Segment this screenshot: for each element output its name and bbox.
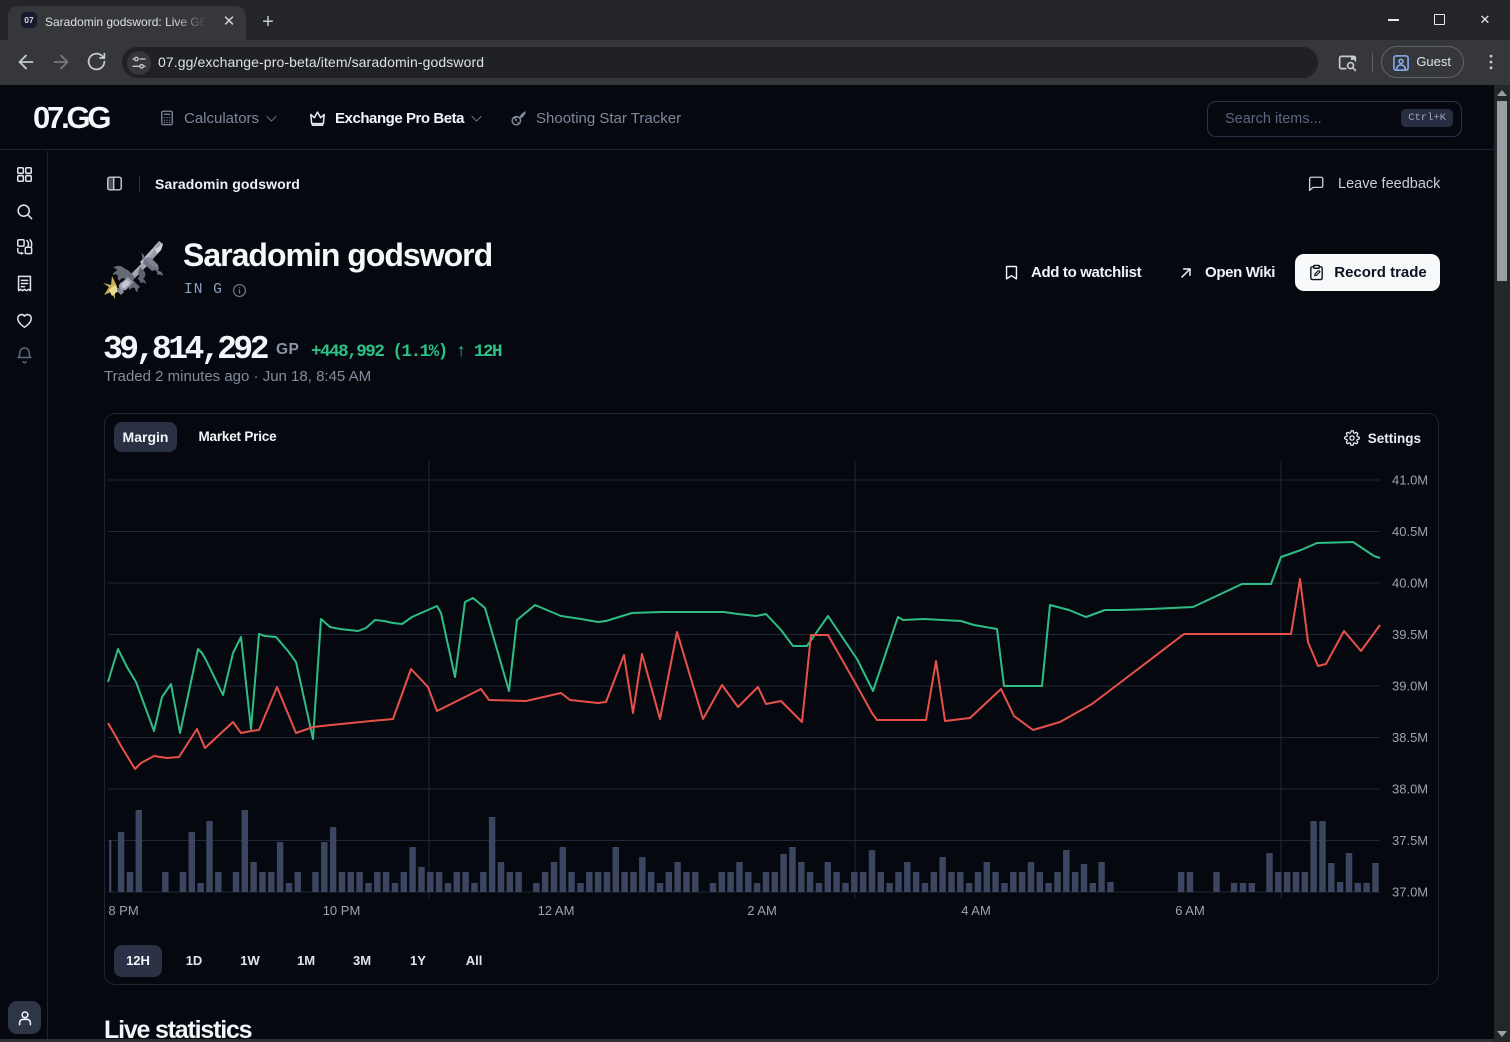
svg-text:6 AM: 6 AM xyxy=(1175,903,1205,918)
svg-text:38.5M: 38.5M xyxy=(1392,730,1428,745)
svg-text:37.0M: 37.0M xyxy=(1392,885,1428,900)
svg-text:4 AM: 4 AM xyxy=(961,903,991,918)
svg-text:10 PM: 10 PM xyxy=(323,903,361,918)
svg-text:41.0M: 41.0M xyxy=(1392,473,1428,488)
svg-text:39.5M: 39.5M xyxy=(1392,627,1428,642)
svg-text:37.5M: 37.5M xyxy=(1392,833,1428,848)
svg-text:2 AM: 2 AM xyxy=(747,903,777,918)
svg-text:39.0M: 39.0M xyxy=(1392,679,1428,694)
svg-text:8 PM: 8 PM xyxy=(108,903,138,918)
svg-text:40.5M: 40.5M xyxy=(1392,524,1428,539)
svg-text:38.0M: 38.0M xyxy=(1392,782,1428,797)
svg-text:12 AM: 12 AM xyxy=(538,903,575,918)
svg-text:40.0M: 40.0M xyxy=(1392,576,1428,591)
